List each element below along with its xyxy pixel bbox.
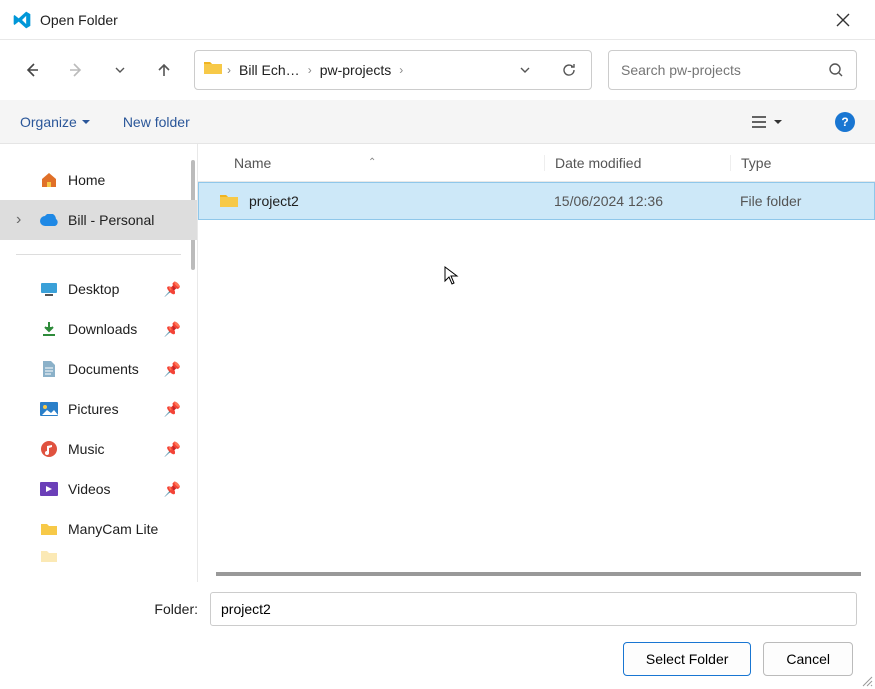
- folder-icon: [203, 60, 223, 80]
- caret-down-icon: [81, 117, 91, 127]
- sidebar-item-pictures[interactable]: Pictures 📌: [0, 389, 197, 429]
- pin-icon: 📌: [164, 481, 181, 498]
- refresh-icon: [561, 62, 577, 78]
- breadcrumb-separator: ›: [399, 63, 403, 77]
- sidebar-item-label: Pictures: [68, 401, 119, 417]
- vscode-icon: [12, 10, 32, 30]
- breadcrumb-item[interactable]: pw-projects: [316, 58, 396, 82]
- close-button[interactable]: [823, 0, 863, 40]
- view-mode-button[interactable]: [751, 115, 783, 129]
- music-icon: [40, 440, 58, 458]
- file-row[interactable]: project2 15/06/2024 12:36 File folder: [198, 182, 875, 220]
- recent-dropdown[interactable]: [106, 56, 134, 84]
- sidebar-item-label: Videos: [68, 481, 111, 497]
- organize-label: Organize: [20, 114, 77, 130]
- column-header-type[interactable]: Type: [730, 155, 875, 171]
- caret-down-icon: [773, 117, 783, 127]
- help-button[interactable]: ?: [835, 112, 855, 132]
- sidebar-item-label: Music: [68, 441, 105, 457]
- nav-row: › Bill Ech… › pw-projects ›: [0, 40, 875, 100]
- sidebar-item-videos[interactable]: Videos 📌: [0, 469, 197, 509]
- title-bar: Open Folder: [0, 0, 875, 40]
- desktop-icon: [40, 280, 58, 298]
- column-headers: Name ⌃ Date modified Type: [198, 144, 875, 182]
- arrow-left-icon: [23, 61, 41, 79]
- list-icon: [751, 115, 767, 129]
- arrow-right-icon: [67, 61, 85, 79]
- sidebar-item-personal[interactable]: Bill - Personal: [0, 200, 197, 240]
- body: Home Bill - Personal Desktop 📌 Downloads…: [0, 144, 875, 582]
- home-icon: [40, 171, 58, 189]
- downloads-icon: [40, 320, 58, 338]
- search-input[interactable]: [621, 62, 828, 78]
- search-icon: [828, 62, 844, 78]
- folder-icon: [40, 549, 58, 563]
- sidebar-item-home[interactable]: Home: [0, 160, 197, 200]
- folder-input[interactable]: [210, 592, 857, 626]
- search-box[interactable]: [608, 50, 857, 90]
- breadcrumb-separator: ›: [308, 63, 312, 77]
- sidebar-item-label: Bill - Personal: [68, 212, 154, 228]
- back-button[interactable]: [18, 56, 46, 84]
- up-button[interactable]: [150, 56, 178, 84]
- sidebar-item-label: Home: [68, 172, 105, 188]
- organize-menu[interactable]: Organize: [20, 114, 91, 130]
- sidebar-item-label: Documents: [68, 361, 139, 377]
- pin-icon: 📌: [164, 441, 181, 458]
- chevron-down-icon: [114, 64, 126, 76]
- new-folder-button[interactable]: New folder: [123, 114, 190, 130]
- sidebar-divider: [16, 254, 181, 255]
- folder-label: Folder:: [138, 601, 198, 617]
- breadcrumb-item[interactable]: Bill Ech…: [235, 58, 304, 82]
- sidebar-item-desktop[interactable]: Desktop 📌: [0, 269, 197, 309]
- sort-indicator-icon: ⌃: [368, 157, 376, 168]
- pin-icon: 📌: [164, 361, 181, 378]
- sidebar-item-label: Desktop: [68, 281, 119, 297]
- breadcrumb-separator: ›: [227, 63, 231, 77]
- sidebar-item-documents[interactable]: Documents 📌: [0, 349, 197, 389]
- sidebar-item-music[interactable]: Music 📌: [0, 429, 197, 469]
- dialog-title: Open Folder: [40, 12, 118, 28]
- file-type: File folder: [730, 193, 874, 209]
- toolbar: Organize New folder ?: [0, 100, 875, 144]
- pin-icon: 📌: [164, 321, 181, 338]
- forward-button[interactable]: [62, 56, 90, 84]
- videos-icon: [40, 480, 58, 498]
- documents-icon: [40, 360, 58, 378]
- resize-grip-icon[interactable]: [859, 673, 873, 687]
- cursor-icon: [444, 266, 460, 286]
- file-name: project2: [249, 193, 299, 209]
- sidebar: Home Bill - Personal Desktop 📌 Downloads…: [0, 144, 198, 582]
- arrow-up-icon: [155, 61, 173, 79]
- close-icon: [836, 13, 850, 27]
- select-folder-button[interactable]: Select Folder: [623, 642, 751, 676]
- file-date: 15/06/2024 12:36: [544, 193, 730, 209]
- address-dropdown[interactable]: [511, 56, 539, 84]
- folder-icon: [219, 193, 239, 209]
- horizontal-scrollbar[interactable]: [216, 572, 861, 576]
- sidebar-item-manycam[interactable]: ManyCam Lite: [0, 509, 197, 549]
- sidebar-item-label: Downloads: [68, 321, 137, 337]
- refresh-button[interactable]: [555, 56, 583, 84]
- address-bar[interactable]: › Bill Ech… › pw-projects ›: [194, 50, 592, 90]
- folder-icon: [40, 520, 58, 538]
- chevron-down-icon: [519, 64, 531, 76]
- pictures-icon: [40, 400, 58, 418]
- column-header-date[interactable]: Date modified: [544, 155, 730, 171]
- sidebar-item-cutoff[interactable]: [0, 549, 197, 563]
- cancel-button[interactable]: Cancel: [763, 642, 853, 676]
- column-header-name[interactable]: Name ⌃: [198, 155, 544, 171]
- file-pane: Name ⌃ Date modified Type project2 15/06…: [198, 144, 875, 582]
- sidebar-item-downloads[interactable]: Downloads 📌: [0, 309, 197, 349]
- pin-icon: 📌: [164, 281, 181, 298]
- footer: Folder: Select Folder Cancel: [0, 582, 875, 676]
- pin-icon: 📌: [164, 401, 181, 418]
- sidebar-item-label: ManyCam Lite: [68, 521, 158, 537]
- onedrive-icon: [40, 211, 58, 229]
